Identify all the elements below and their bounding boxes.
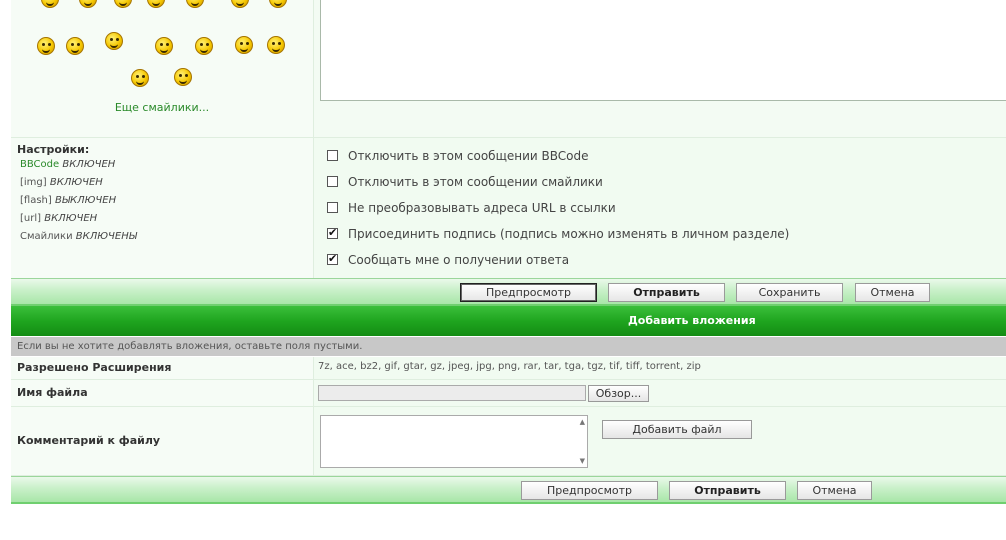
smiley-face-icon[interactable] bbox=[174, 68, 192, 86]
file-path-input[interactable] bbox=[318, 385, 586, 401]
smiley-face-icon[interactable] bbox=[267, 36, 285, 54]
filename-row: Имя файла Обзор... bbox=[11, 380, 1006, 407]
browse-button[interactable]: Обзор... bbox=[588, 385, 649, 402]
smiley-face-icon[interactable] bbox=[105, 32, 123, 50]
setting-key: [img] bbox=[20, 177, 47, 188]
smiley-face-icon[interactable] bbox=[147, 0, 165, 8]
smilies-panel: Еще смайлики... bbox=[11, 0, 314, 137]
option-label: Сообщать мне о получении ответа bbox=[348, 253, 570, 267]
cancel-button[interactable]: Отмена bbox=[855, 283, 930, 302]
allowed-extensions-value: 7z, ace, bz2, gif, gtar, gz, jpeg, jpg, … bbox=[318, 361, 701, 372]
scroll-up-icon[interactable]: ▲ bbox=[580, 418, 585, 426]
attachments-note-text: Если вы не хотите добавлять вложения, ос… bbox=[17, 341, 363, 352]
settings-row: Настройки: BBCode ВКЛЮЧЕН [img] ВКЛЮЧЕН … bbox=[11, 138, 1006, 278]
preview-button[interactable]: Предпросмотр bbox=[460, 283, 597, 302]
setting-value: ВКЛЮЧЕНЫ bbox=[75, 231, 137, 242]
setting-img: [img] ВКЛЮЧЕН bbox=[20, 177, 103, 188]
checkbox[interactable] bbox=[327, 150, 338, 161]
message-textarea[interactable] bbox=[320, 0, 1006, 101]
setting-value: ВКЛЮЧЕН bbox=[49, 177, 103, 188]
smiley-face-icon[interactable] bbox=[37, 37, 55, 55]
message-row: Еще смайлики... bbox=[11, 0, 1006, 138]
file-comment-label: Комментарий к файлу bbox=[17, 434, 161, 447]
checkbox-checked[interactable] bbox=[327, 252, 338, 266]
preview-button[interactable]: Предпросмотр bbox=[521, 481, 658, 500]
file-comment-textarea[interactable]: ▲ ▼ bbox=[320, 415, 588, 468]
attachments-header: Добавить вложения bbox=[11, 306, 1006, 336]
setting-key: [url] bbox=[20, 213, 42, 224]
attachments-note: Если вы не хотите добавлять вложения, ос… bbox=[11, 337, 1006, 356]
setting-bbcode: BBCode ВКЛЮЧЕН bbox=[20, 159, 115, 170]
add-file-button[interactable]: Добавить файл bbox=[602, 420, 752, 439]
smiley-face-icon[interactable] bbox=[66, 37, 84, 55]
checkbox[interactable] bbox=[327, 176, 338, 187]
allowed-extensions-label: Разрешено Расширения bbox=[17, 361, 172, 374]
smiley-face-icon[interactable] bbox=[195, 37, 213, 55]
save-button[interactable]: Сохранить bbox=[736, 283, 843, 302]
checkbox[interactable] bbox=[327, 202, 338, 213]
smiley-face-icon[interactable] bbox=[155, 37, 173, 55]
settings-panel: Настройки: BBCode ВКЛЮЧЕН [img] ВКЛЮЧЕН … bbox=[11, 138, 314, 278]
smiley-face-icon[interactable] bbox=[186, 0, 204, 8]
cancel-button[interactable]: Отмена bbox=[797, 481, 872, 500]
option-label: Отключить в этом сообщении смайлики bbox=[348, 175, 603, 189]
checkbox-checked[interactable] bbox=[327, 226, 338, 240]
setting-value: ВКЛЮЧЕН bbox=[44, 213, 98, 224]
smiley-face-icon[interactable] bbox=[269, 0, 287, 8]
setting-key: [flash] bbox=[20, 195, 52, 206]
smiley-face-icon[interactable] bbox=[131, 69, 149, 87]
settings-title: Настройки: bbox=[17, 143, 90, 156]
smiley-face-icon[interactable] bbox=[79, 0, 97, 8]
setting-value: ВКЛЮЧЕН bbox=[62, 159, 116, 170]
submit-button[interactable]: Отправить bbox=[608, 283, 725, 302]
smiley-face-icon[interactable] bbox=[235, 36, 253, 54]
option-label: Отключить в этом сообщении BBCode bbox=[348, 149, 589, 163]
file-comment-row: Комментарий к файлу ▲ ▼ Добавить файл bbox=[11, 407, 1006, 476]
submit-button[interactable]: Отправить bbox=[669, 481, 786, 500]
bottom-button-bar: Предпросмотр Отправить Отмена bbox=[11, 476, 1006, 504]
more-smilies-link[interactable]: Еще смайлики... bbox=[11, 101, 313, 114]
smiley-face-icon[interactable] bbox=[231, 0, 249, 8]
setting-key: Смайлики bbox=[20, 231, 73, 242]
setting-flash: [flash] ВЫКЛЮЧЕН bbox=[20, 195, 116, 206]
smiley-face-icon[interactable] bbox=[41, 0, 59, 8]
allowed-extensions-row: Разрешено Расширения 7z, ace, bz2, gif, … bbox=[11, 357, 1006, 380]
filename-label: Имя файла bbox=[17, 386, 88, 399]
scroll-down-icon[interactable]: ▼ bbox=[580, 457, 585, 465]
setting-value: ВЫКЛЮЧЕН bbox=[54, 195, 117, 206]
option-label: Присоединить подпись (подпись можно изме… bbox=[348, 227, 790, 241]
top-button-bar: Предпросмотр Отправить Сохранить Отмена bbox=[11, 278, 1006, 306]
bbcode-link[interactable]: BBCode bbox=[20, 159, 59, 170]
option-label: Не преобразовывать адреса URL в ссылки bbox=[348, 201, 616, 215]
smiley-face-icon[interactable] bbox=[114, 0, 132, 8]
setting-url: [url] ВКЛЮЧЕН bbox=[20, 213, 97, 224]
attachments-title: Добавить вложения bbox=[628, 314, 756, 327]
setting-smilies: Смайлики ВКЛЮЧЕНЫ bbox=[20, 231, 137, 242]
